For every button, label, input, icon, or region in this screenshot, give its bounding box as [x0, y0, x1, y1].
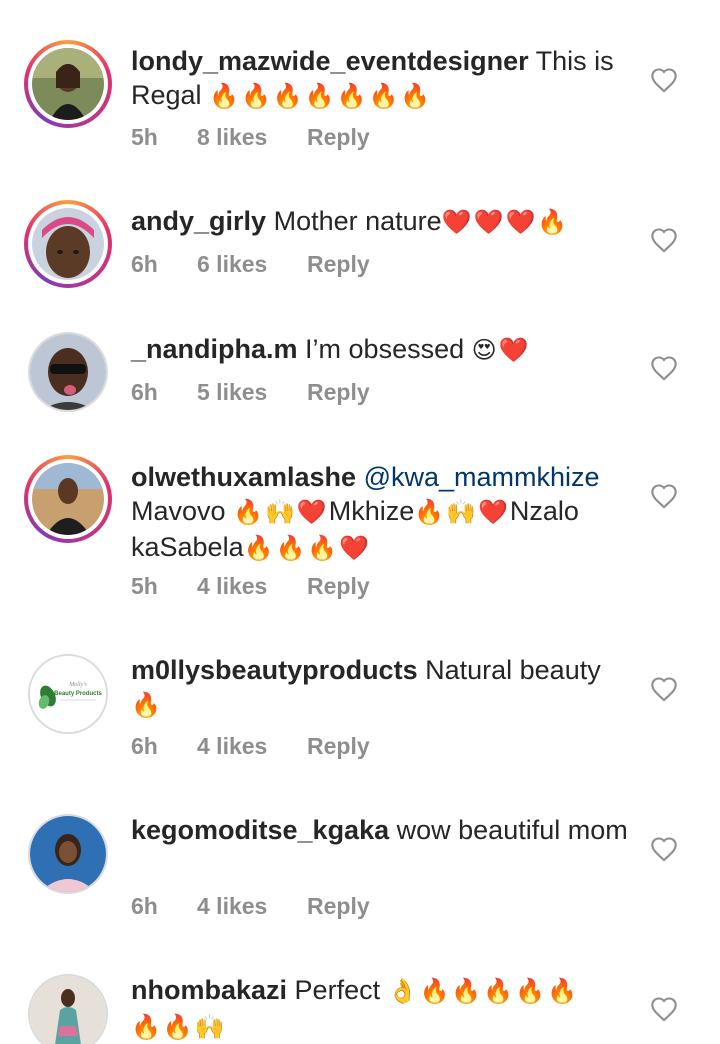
comment-emoji: 🔥🙌❤️ [233, 499, 329, 526]
comment-meta: 5h 4 likes Reply [131, 573, 370, 600]
avatar[interactable] [24, 200, 112, 288]
avatar-image: Molly's Beauty Products [28, 654, 108, 734]
comment-likes[interactable]: 4 likes [197, 733, 307, 760]
avatar-image [28, 814, 108, 894]
avatar[interactable] [24, 455, 112, 543]
comment-time: 6h [131, 733, 158, 759]
svg-text:Beauty Products: Beauty Products [54, 691, 102, 697]
comment-text: Nzalo [509, 496, 579, 526]
comment-text: I’m obsessed [305, 334, 465, 364]
comment-emoji: 😍❤️ [471, 337, 531, 364]
comment-emoji: 👌🔥🔥🔥🔥🔥 [387, 978, 579, 1005]
comment-text: Mkhize [328, 496, 415, 526]
comment-meta: 6h 6 likes Reply [131, 251, 370, 278]
like-heart-icon[interactable] [650, 355, 678, 381]
comment-time: 6h [131, 379, 158, 405]
like-heart-icon[interactable] [650, 676, 678, 702]
comment-text: kaSabela [131, 532, 244, 562]
comment-body: kegomoditse_kgaka wow beautiful mom [131, 813, 631, 847]
comment-body: londy_mazwide_eventdesigner This is Rega… [131, 44, 631, 114]
comment-emoji: 🔥🔥🔥❤️ [243, 535, 372, 562]
comment-likes[interactable]: 5 likes [197, 379, 307, 406]
reply-button[interactable]: Reply [307, 733, 370, 760]
comment-username[interactable]: _nandipha.m [131, 334, 298, 364]
comment-likes[interactable]: 4 likes [197, 573, 307, 600]
comment-emoji: 🔥🔥🔥🔥🔥🔥🔥 [209, 83, 433, 110]
reply-button[interactable]: Reply [307, 573, 370, 600]
reply-button[interactable]: Reply [307, 251, 370, 278]
comment-body: _nandipha.m I’m obsessed 😍❤️ [131, 332, 631, 368]
comment-mention[interactable]: @kwa_mammkhize [364, 462, 600, 492]
like-heart-icon[interactable] [650, 67, 678, 93]
like-heart-icon[interactable] [650, 836, 678, 862]
comment-text: Natural beauty [425, 655, 601, 685]
avatar-image [28, 974, 108, 1044]
comment-meta: 6h 5 likes Reply [131, 379, 370, 406]
comment-text: Perfect [294, 975, 381, 1005]
comment-emoji: 🔥🙌❤️ [414, 499, 510, 526]
comment-emoji: 🔥🔥🙌 [131, 1014, 227, 1041]
comments-list: londy_mazwide_eventdesigner This is Rega… [0, 0, 720, 1044]
comment-text: Mother nature [273, 206, 442, 236]
like-heart-icon[interactable] [650, 483, 678, 509]
comment-username[interactable]: olwethuxamlashe [131, 462, 356, 492]
avatar-image [28, 332, 108, 412]
comment-username[interactable]: nhombakazi [131, 975, 287, 1005]
like-heart-icon[interactable] [650, 227, 678, 253]
comment-likes[interactable]: 8 likes [197, 124, 307, 151]
avatar[interactable] [24, 40, 112, 128]
comment-username[interactable]: m0llysbeautyproducts [131, 655, 418, 685]
comment-meta: 6h 4 likes Reply [131, 893, 370, 920]
comment-body: olwethuxamlashe @kwa_mammkhize Mavovo 🔥🙌… [131, 460, 631, 566]
comment-username[interactable]: kegomoditse_kgaka [131, 815, 389, 845]
avatar-image [32, 48, 104, 120]
comment-body: m0llysbeautyproducts Natural beauty 🔥 [131, 653, 631, 723]
comment-emoji: 🔥 [131, 692, 163, 719]
comment-username[interactable]: andy_girly [131, 206, 266, 236]
comment-time: 5h [131, 573, 158, 599]
comment-time: 6h [131, 893, 158, 919]
comment-likes[interactable]: 4 likes [197, 893, 307, 920]
comment-meta: 5h 8 likes Reply [131, 124, 370, 151]
comment-time: 5h [131, 124, 158, 150]
comment-emoji: ❤️❤️❤️🔥 [441, 209, 570, 236]
avatar-image [32, 463, 104, 535]
avatar-image [32, 208, 104, 280]
comment-body: nhombakazi Perfect 👌🔥🔥🔥🔥🔥 🔥🔥🙌 [131, 973, 631, 1044]
svg-text:Molly's: Molly's [68, 682, 87, 688]
comment-time: 6h [131, 251, 158, 277]
avatar[interactable] [28, 974, 108, 1044]
comment-body: andy_girly Mother nature❤️❤️❤️🔥 [131, 204, 631, 240]
comment-text: Mavovo [131, 496, 226, 526]
reply-button[interactable]: Reply [307, 379, 370, 406]
comment-likes[interactable]: 6 likes [197, 251, 307, 278]
comment-meta: 6h 4 likes Reply [131, 733, 370, 760]
reply-button[interactable]: Reply [307, 893, 370, 920]
mollys-logo-icon: Molly's Beauty Products [30, 656, 106, 732]
avatar[interactable] [28, 814, 108, 894]
reply-button[interactable]: Reply [307, 124, 370, 151]
comment-text: wow beautiful mom [396, 815, 628, 845]
like-heart-icon[interactable] [650, 996, 678, 1022]
avatar[interactable] [28, 332, 108, 412]
comment-username[interactable]: londy_mazwide_eventdesigner [131, 46, 529, 76]
avatar[interactable]: Molly's Beauty Products [28, 654, 108, 734]
